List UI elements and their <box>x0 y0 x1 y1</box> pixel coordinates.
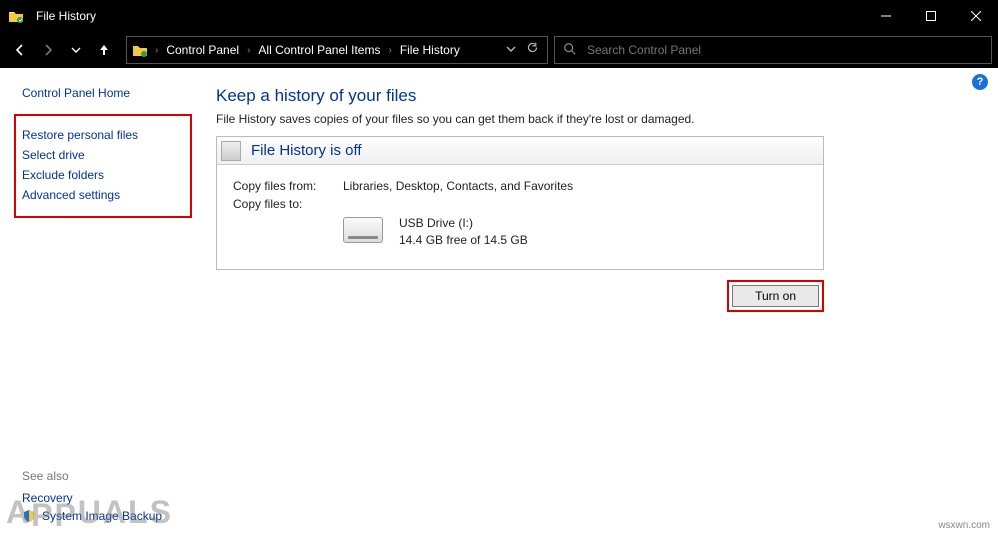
breadcrumb-label: Control Panel <box>166 43 239 57</box>
breadcrumb[interactable]: Control Panel <box>160 37 245 63</box>
navigation-bar: › Control Panel › All Control Panel Item… <box>0 32 998 68</box>
address-icon <box>127 43 153 57</box>
drive-space: 14.4 GB free of 14.5 GB <box>399 232 528 249</box>
drive-name: USB Drive (I:) <box>399 215 528 232</box>
sidebar-link-restore[interactable]: Restore personal files <box>22 128 182 142</box>
minimize-button[interactable] <box>863 0 908 32</box>
search-icon <box>563 42 577 59</box>
refresh-icon[interactable] <box>526 41 539 59</box>
see-also-label: See also <box>22 469 69 483</box>
content-area: ? Control Panel Home Restore personal fi… <box>0 68 998 537</box>
shield-icon <box>22 509 36 523</box>
breadcrumb[interactable]: File History <box>394 37 466 63</box>
recent-dropdown[interactable] <box>62 36 90 64</box>
address-dropdown-icon[interactable] <box>506 41 516 59</box>
search-input[interactable] <box>587 43 983 57</box>
sidebar-link-select-drive[interactable]: Select drive <box>22 148 182 162</box>
copy-from-label: Copy files from: <box>233 179 343 193</box>
sidebar-link-advanced[interactable]: Advanced settings <box>22 188 182 202</box>
copy-from-value: Libraries, Desktop, Contacts, and Favori… <box>343 179 573 193</box>
chevron-right-icon[interactable]: › <box>386 45 393 56</box>
drive-icon <box>343 217 383 243</box>
chevron-right-icon[interactable]: › <box>153 45 160 56</box>
turn-on-button[interactable]: Turn on <box>732 285 819 307</box>
breadcrumb-label: File History <box>400 43 460 57</box>
copy-to-label: Copy files to: <box>233 197 343 211</box>
system-image-backup-link[interactable]: System Image Backup <box>22 509 162 523</box>
window-controls <box>863 0 998 32</box>
chevron-right-icon[interactable]: › <box>245 45 252 56</box>
maximize-button[interactable] <box>908 0 953 32</box>
panel-header: File History is off <box>217 137 823 165</box>
main-panel: Keep a history of your files File Histor… <box>206 68 998 537</box>
see-also-links: Recovery System Image Backup <box>22 487 162 523</box>
page-subtext: File History saves copies of your files … <box>216 112 972 126</box>
up-button[interactable] <box>90 36 118 64</box>
turn-on-highlight: Turn on <box>727 280 824 312</box>
recovery-link[interactable]: Recovery <box>22 491 162 505</box>
control-panel-home-link[interactable]: Control Panel Home <box>22 86 192 100</box>
search-box[interactable] <box>554 36 992 64</box>
page-heading: Keep a history of your files <box>216 86 972 106</box>
close-button[interactable] <box>953 0 998 32</box>
sidebar: Control Panel Home Restore personal file… <box>0 68 206 537</box>
breadcrumb-label: All Control Panel Items <box>258 43 380 57</box>
forward-button[interactable] <box>34 36 62 64</box>
app-icon <box>0 9 32 23</box>
panel-body: Copy files from: Libraries, Desktop, Con… <box>217 165 823 269</box>
sidebar-links-highlight: Restore personal files Select drive Excl… <box>14 114 192 218</box>
back-button[interactable] <box>6 36 34 64</box>
breadcrumb[interactable]: All Control Panel Items <box>252 37 386 63</box>
sidebar-link-exclude[interactable]: Exclude folders <box>22 168 182 182</box>
address-bar[interactable]: › Control Panel › All Control Panel Item… <box>126 36 548 64</box>
drive-info: USB Drive (I:) 14.4 GB free of 14.5 GB <box>343 215 807 249</box>
status-indicator-icon <box>221 141 241 161</box>
status-panel: File History is off Copy files from: Lib… <box>216 136 824 270</box>
title-bar: File History <box>0 0 998 32</box>
window-title: File History <box>32 9 863 23</box>
action-row: Turn on <box>216 280 824 312</box>
panel-title: File History is off <box>251 142 362 159</box>
